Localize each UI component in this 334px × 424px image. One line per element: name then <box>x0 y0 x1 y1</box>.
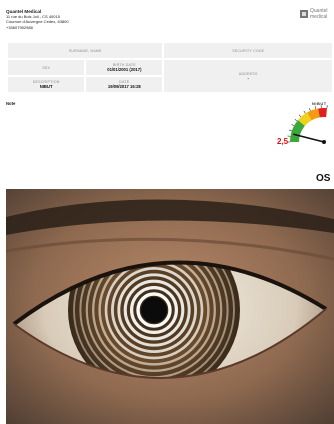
gauge-tick <box>298 114 302 118</box>
patient-info-table: SURNAME, NAME SECURITY CODE SEX BIRTH DA… <box>5 41 334 94</box>
surname-cell: SURNAME, NAME <box>5 41 165 60</box>
gauge-label: NIBUT <box>312 101 327 106</box>
address-value: - <box>247 75 249 81</box>
gauge-tick <box>288 129 292 132</box>
security-code-cell: SECURITY CODE <box>162 41 334 60</box>
sex-cell: SEX <box>5 58 87 77</box>
exam-date-value: 19/09/2017 16:28 <box>107 84 141 89</box>
company-info: Quantel Medical 11 rue du Bois Joli - CS… <box>6 9 69 30</box>
gauge-value: 2,5 <box>277 137 289 146</box>
surname-label: SURNAME, NAME <box>68 48 102 53</box>
description-cell: DESCRIPTION NIBUT <box>5 75 87 94</box>
gauge-segment-red <box>318 108 327 118</box>
logo-text-line2: medical <box>310 14 328 20</box>
exam-date-cell: DATE 19/09/2017 16:28 <box>84 75 165 94</box>
description-value: NIBUT <box>39 84 53 89</box>
sex-label: SEX <box>42 65 51 70</box>
gauge-tick <box>308 107 311 111</box>
birth-date-cell: BIRTH DATE 01/01/2001 (2017) <box>84 58 165 77</box>
note-label: Note <box>6 101 16 106</box>
birth-date-value: 01/01/2001 (2017) <box>107 67 142 72</box>
gauge-tick <box>314 106 317 110</box>
eye-side-label: OS <box>316 173 331 184</box>
company-logo: Quantel medical <box>300 8 334 22</box>
address-cell: ADDRESS - <box>162 58 334 94</box>
company-address-line2: Cournon d'Auvergne Cedex, 63800 <box>6 19 69 25</box>
gauge-tick <box>303 110 306 114</box>
gauge-pivot <box>322 140 326 144</box>
eye-placido-image <box>6 189 334 424</box>
security-code-label: SECURITY CODE <box>232 48 265 53</box>
pupil <box>141 297 167 323</box>
logo-mark-icon <box>300 10 308 18</box>
gauge-tick <box>291 124 295 127</box>
gauge-tick <box>294 118 298 122</box>
company-phone: +33607952988 <box>6 24 33 30</box>
